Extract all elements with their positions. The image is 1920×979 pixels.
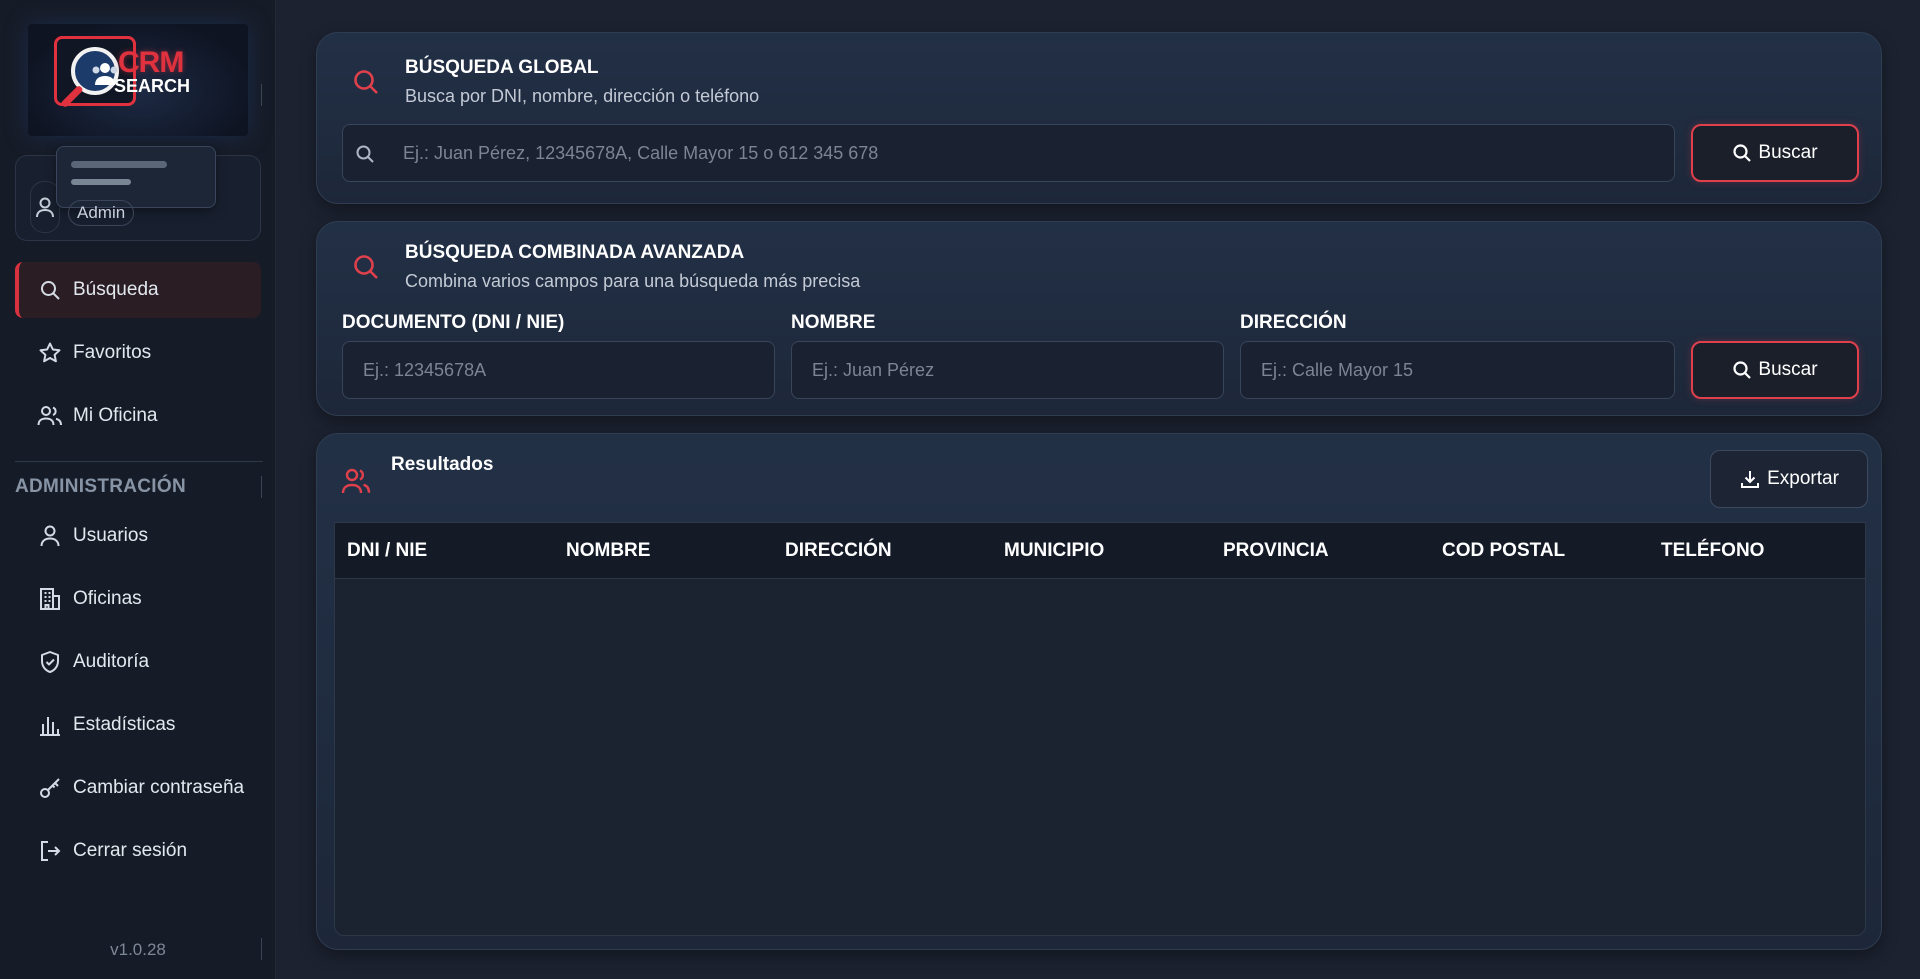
star-icon: [37, 340, 63, 366]
app-logo[interactable]: CRM SEARCH: [28, 24, 248, 136]
dni-input[interactable]: [363, 342, 774, 398]
sidebar-item-label: Mi Oficina: [73, 405, 158, 426]
column-header-telefono[interactable]: TELÉFONO: [1661, 523, 1764, 579]
search-icon: [354, 70, 378, 94]
advanced-search-button[interactable]: Buscar: [1691, 341, 1859, 399]
dni-field: [342, 341, 775, 399]
user-role-badge: Admin: [68, 200, 135, 226]
divider: [261, 476, 262, 498]
divider: [261, 84, 262, 106]
results-title: Resultados: [391, 454, 494, 475]
bar-chart-icon: [37, 712, 63, 738]
users-icon: [341, 468, 371, 494]
divider: [261, 938, 262, 960]
logout-icon: [37, 838, 63, 864]
users-icon: [37, 403, 63, 429]
sidebar-item-label: Estadísticas: [73, 714, 176, 735]
export-button[interactable]: Exportar: [1710, 450, 1868, 508]
panel-title: BÚSQUEDA GLOBAL: [405, 57, 599, 78]
key-icon: [37, 775, 63, 801]
results-panel: Resultados Exportar DNI / NIE NOMBRE DIR…: [316, 433, 1882, 950]
column-header-nombre[interactable]: NOMBRE: [566, 523, 650, 579]
panel-subtitle: Combina varios campos para una búsqueda …: [405, 271, 861, 291]
global-search-input[interactable]: [403, 125, 1674, 181]
sidebar-item-estadisticas[interactable]: Estadísticas: [15, 697, 261, 753]
building-icon: [37, 586, 63, 612]
results-table: DNI / NIE NOMBRE DIRECCIÓN MUNICIPIO PRO…: [334, 522, 1866, 936]
shield-icon: [37, 649, 63, 675]
button-label: Exportar: [1767, 468, 1839, 489]
logo-text-crm: CRM: [118, 46, 184, 79]
global-search-field: [342, 124, 1675, 182]
sidebar-item-cerrar-sesion[interactable]: Cerrar sesión: [15, 823, 261, 879]
button-label: Buscar: [1758, 359, 1818, 380]
sidebar-item-label: Oficinas: [73, 588, 142, 609]
column-header-dni[interactable]: DNI / NIE: [347, 523, 427, 579]
user-info-tooltip: [56, 146, 216, 208]
sidebar-item-mi-oficina[interactable]: Mi Oficina: [15, 388, 261, 444]
name-input[interactable]: [812, 342, 1223, 398]
user-icon: [37, 523, 63, 549]
search-icon: [356, 145, 374, 163]
table-header: DNI / NIE NOMBRE DIRECCIÓN MUNICIPIO PRO…: [335, 523, 1865, 579]
app-version: v1.0.28: [110, 940, 166, 959]
sidebar-item-usuarios[interactable]: Usuarios: [15, 508, 261, 564]
name-field-label: NOMBRE: [791, 312, 876, 333]
sidebar-item-label: Búsqueda: [73, 279, 159, 300]
dni-field-label: DOCUMENTO (DNI / NIE): [342, 312, 565, 333]
download-icon: [1739, 468, 1761, 490]
button-label: Buscar: [1758, 142, 1818, 163]
sidebar-item-label: Auditoría: [73, 651, 150, 672]
column-header-municipio[interactable]: MUNICIPIO: [1004, 523, 1104, 579]
global-search-button[interactable]: Buscar: [1691, 124, 1859, 182]
panel-title: BÚSQUEDA COMBINADA AVANZADA: [405, 242, 745, 263]
global-search-panel: BÚSQUEDA GLOBAL Busca por DNI, nombre, d…: [316, 32, 1882, 204]
sidebar-item-cambiar-contrasena[interactable]: Cambiar contraseña: [15, 760, 261, 816]
search-icon: [1732, 360, 1752, 380]
sidebar: CRM SEARCH Admin Búsqueda Favoritos Mi O…: [0, 0, 276, 979]
address-field: [1240, 341, 1675, 399]
address-input[interactable]: [1261, 342, 1674, 398]
sidebar-item-auditoria[interactable]: Auditoría: [15, 634, 261, 690]
logo-text-search: SEARCH: [114, 76, 191, 96]
sidebar-item-oficinas[interactable]: Oficinas: [15, 571, 261, 627]
sidebar-item-busqueda[interactable]: Búsqueda: [15, 262, 261, 318]
search-icon: [1732, 143, 1752, 163]
panel-subtitle: Busca por DNI, nombre, dirección o teléf…: [405, 86, 760, 106]
column-header-cod-postal[interactable]: COD POSTAL: [1442, 523, 1565, 579]
column-header-provincia[interactable]: PROVINCIA: [1223, 523, 1329, 579]
admin-section-heading: ADMINISTRACIÓN: [15, 476, 186, 497]
address-field-label: DIRECCIÓN: [1240, 312, 1347, 333]
sidebar-item-label: Favoritos: [73, 342, 152, 363]
sidebar-item-label: Cambiar contraseña: [73, 777, 245, 798]
column-header-direccion[interactable]: DIRECCIÓN: [785, 523, 892, 579]
search-icon: [354, 255, 378, 279]
name-field: [791, 341, 1224, 399]
sidebar-item-label: Usuarios: [73, 525, 148, 546]
advanced-search-panel: BÚSQUEDA COMBINADA AVANZADA Combina vari…: [316, 221, 1882, 416]
sidebar-item-favoritos[interactable]: Favoritos: [15, 325, 261, 381]
sidebar-item-label: Cerrar sesión: [73, 840, 188, 861]
divider: [15, 461, 263, 462]
search-icon: [37, 277, 63, 303]
